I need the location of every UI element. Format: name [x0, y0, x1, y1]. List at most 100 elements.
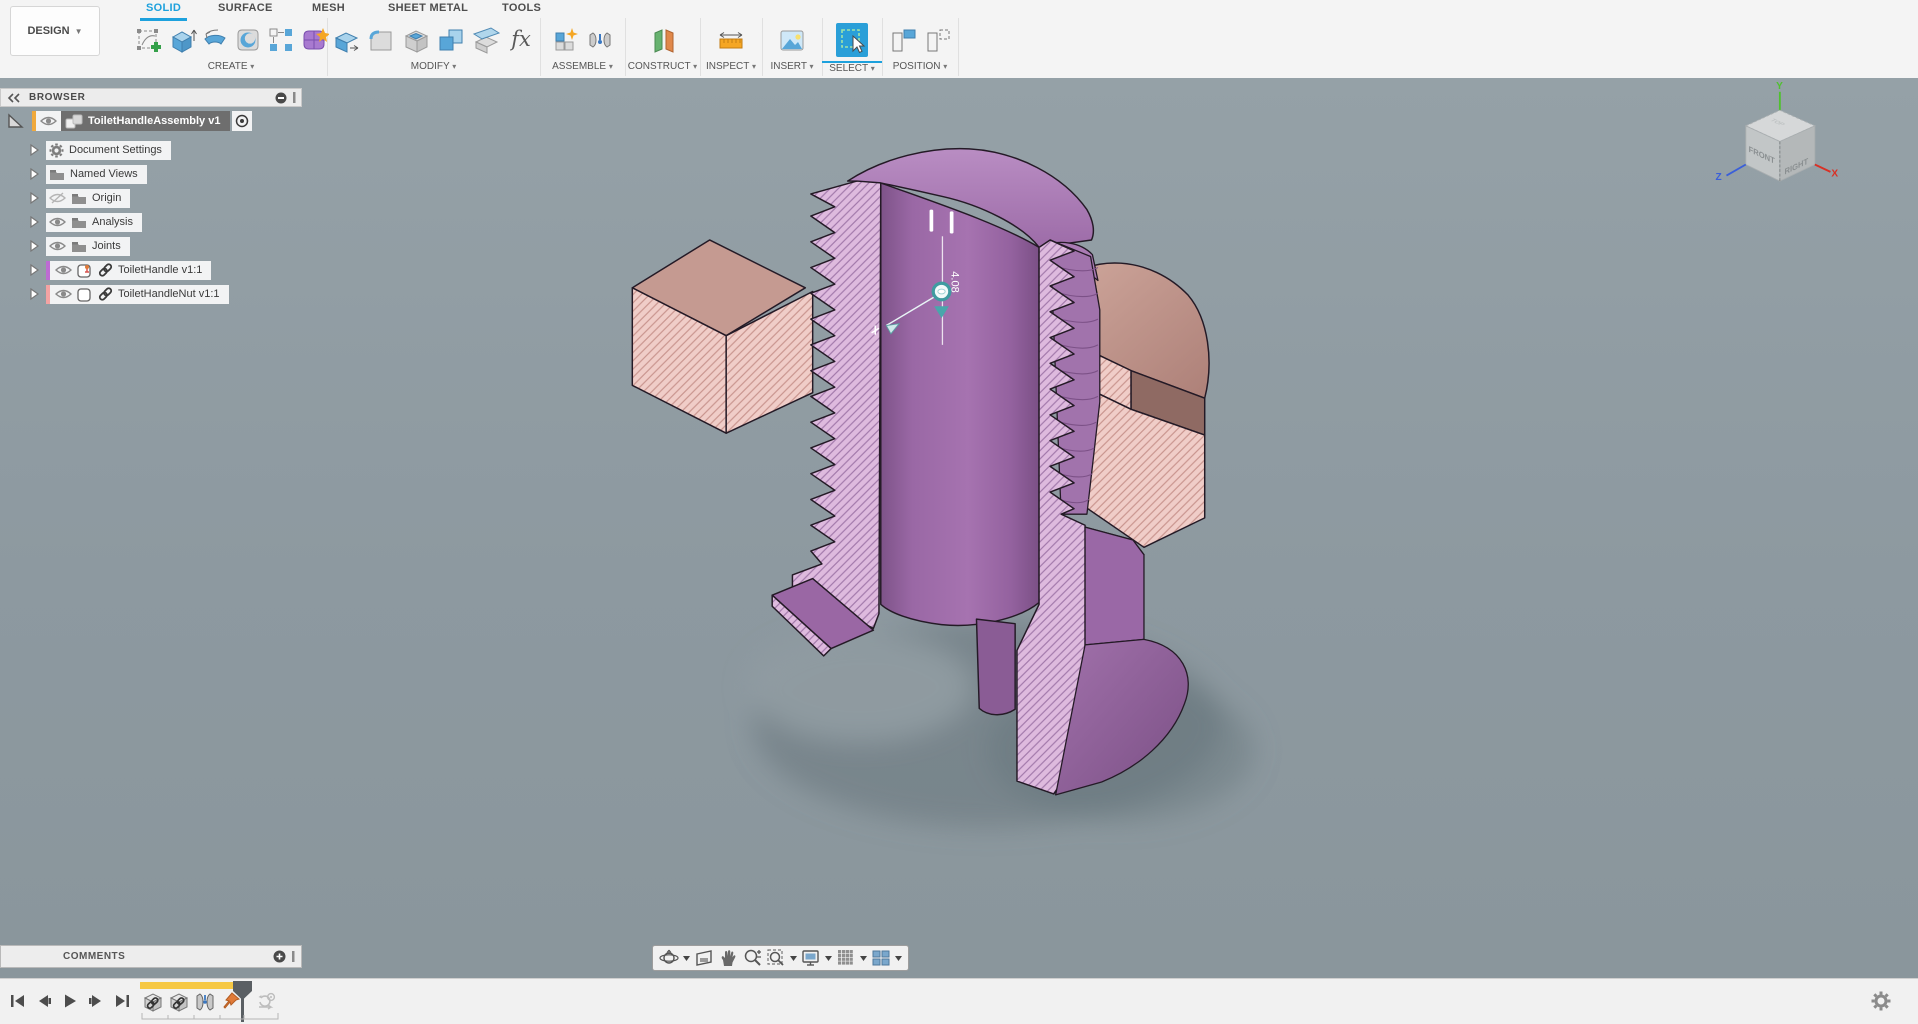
component-color-swatch — [46, 285, 50, 304]
tab-mesh[interactable]: MESH — [306, 0, 351, 18]
browser-row-origin[interactable]: Origin — [28, 188, 130, 208]
browser-row-toilethandlenut[interactable]: ToiletHandleNut v1:1 — [28, 284, 229, 304]
eye-icon[interactable] — [55, 288, 72, 300]
eye-icon[interactable] — [55, 264, 72, 276]
orbit-button[interactable] — [658, 948, 680, 968]
handle-left-cut-face[interactable] — [792, 177, 880, 628]
change-parameters-button[interactable]: fx — [505, 23, 537, 57]
panel-resize-handle[interactable] — [290, 91, 298, 104]
rectangular-pattern-button[interactable] — [266, 23, 296, 57]
play-button[interactable] — [60, 989, 80, 1013]
disclosure-icon[interactable] — [28, 287, 40, 301]
collapse-panel-icon[interactable] — [7, 93, 21, 103]
fit-button[interactable] — [765, 948, 787, 968]
design-workspace-menu[interactable]: DESIGN ▼ — [10, 6, 100, 56]
select-dropdown[interactable]: SELECT ▾ — [822, 61, 882, 76]
joint-limit-tick[interactable] — [930, 210, 934, 232]
extrude-button[interactable] — [167, 23, 197, 57]
hole-button[interactable] — [233, 23, 263, 57]
viewports-button[interactable] — [870, 948, 892, 968]
go-to-end-button[interactable] — [112, 989, 132, 1013]
disclosure-icon[interactable] — [28, 191, 40, 205]
orbit-dropdown-caret[interactable] — [682, 948, 691, 968]
tab-surface[interactable]: SURFACE — [212, 0, 279, 18]
revert-position-button[interactable] — [922, 23, 954, 57]
tab-tools[interactable]: TOOLS — [496, 0, 547, 18]
comments-bar[interactable]: COMMENTS — [0, 945, 302, 968]
insert-dropdown[interactable]: INSERT ▾ — [762, 61, 822, 76]
combine-button[interactable] — [435, 23, 467, 57]
construction-plane-button[interactable] — [647, 23, 679, 57]
viewport-canvas[interactable]: 4.08 Y TOP FRONT RIGHT Z — [0, 78, 1918, 978]
root-component-selected[interactable]: ToiletHandleAssembly v1 — [61, 111, 230, 131]
handle-arm-block[interactable] — [1085, 527, 1144, 645]
browser-header[interactable]: BROWSER — [0, 88, 302, 107]
disclosure-icon[interactable] — [28, 215, 40, 229]
measure-button[interactable] — [715, 23, 747, 57]
press-pull-button[interactable] — [330, 23, 362, 57]
eye-hidden-icon[interactable] — [49, 192, 66, 204]
new-component-button[interactable] — [549, 23, 581, 57]
insert-button[interactable] — [776, 23, 808, 57]
step-forward-button[interactable] — [86, 989, 106, 1013]
timeline-feature-link-component[interactable] — [168, 991, 190, 1013]
go-to-start-button[interactable] — [8, 989, 28, 1013]
disclosure-icon[interactable] — [28, 239, 40, 253]
construct-dropdown[interactable]: CONSTRUCT ▾ — [625, 61, 700, 76]
shell-button[interactable] — [400, 23, 432, 57]
activate-component-radio[interactable] — [232, 111, 252, 131]
browser-row-document-settings[interactable]: Document Settings — [28, 140, 171, 160]
viewcube[interactable]: Y TOP FRONT RIGHT Z X — [1715, 81, 1838, 183]
disclosure-icon[interactable] — [28, 143, 40, 157]
display-settings-button[interactable] — [800, 948, 822, 968]
timeline-settings-button[interactable] — [1870, 990, 1892, 1012]
model-toilet-handle-nut[interactable] — [632, 240, 812, 433]
select-button[interactable] — [836, 23, 868, 57]
revolve-button[interactable] — [200, 23, 230, 57]
panel-resize-handle[interactable] — [289, 950, 298, 963]
pan-button[interactable] — [717, 948, 739, 968]
collapse-tree-icon[interactable] — [6, 112, 24, 130]
split-body-button[interactable] — [470, 23, 502, 57]
step-back-button[interactable] — [34, 989, 54, 1013]
tab-sheet-metal[interactable]: SHEET METAL — [382, 0, 474, 18]
disclosure-icon[interactable] — [28, 263, 40, 277]
browser-row-analysis[interactable]: Analysis — [28, 212, 142, 232]
fillet-button[interactable] — [365, 23, 397, 57]
capture-position-button[interactable] — [887, 23, 919, 57]
hide-all-icon[interactable] — [275, 92, 287, 104]
create-form-button[interactable] — [299, 23, 329, 57]
zoom-button[interactable] — [741, 948, 763, 968]
eye-icon[interactable] — [49, 216, 66, 228]
fit-dropdown-caret[interactable] — [789, 948, 798, 968]
eye-icon[interactable] — [49, 240, 66, 252]
modify-dropdown[interactable]: MODIFY ▾ — [327, 61, 540, 76]
browser-row-joints[interactable]: Joints — [28, 236, 130, 256]
hole-icon — [233, 25, 263, 55]
inspect-dropdown[interactable]: INSPECT ▾ — [700, 61, 762, 76]
browser-row-toilethandle[interactable]: ToiletHandle v1:1 — [28, 260, 211, 280]
visibility-toggle[interactable] — [36, 111, 61, 131]
look-at-button[interactable] — [693, 948, 715, 968]
display-dropdown-caret[interactable] — [824, 948, 833, 968]
dropdown-caret-icon: ▾ — [871, 64, 875, 73]
browser-row-named-views[interactable]: Named Views — [28, 164, 147, 184]
assemble-dropdown[interactable]: ASSEMBLE ▾ — [540, 61, 625, 76]
browser-row-root[interactable]: ToiletHandleAssembly v1 — [6, 111, 252, 131]
add-comment-icon[interactable] — [273, 950, 286, 963]
timeline-feature-link-component[interactable] — [142, 991, 164, 1013]
timeline-feature-joint[interactable] — [194, 991, 216, 1013]
create-dropdown[interactable]: CREATE ▾ — [135, 61, 327, 76]
joint-button[interactable] — [584, 23, 616, 57]
disclosure-icon[interactable] — [28, 167, 40, 181]
measure-icon — [716, 25, 746, 55]
grid-snaps-button[interactable] — [835, 948, 857, 968]
handle-lower-stub[interactable] — [976, 619, 1015, 715]
handle-inner-bore[interactable] — [881, 183, 1039, 626]
viewports-dropdown-caret[interactable] — [894, 948, 903, 968]
timeline-rolled-motion-link[interactable] — [256, 991, 278, 1013]
position-dropdown[interactable]: POSITION ▾ — [882, 61, 958, 76]
joint-limit-tick[interactable] — [950, 211, 954, 233]
grid-dropdown-caret[interactable] — [859, 948, 868, 968]
create-sketch-button[interactable] — [134, 23, 164, 57]
